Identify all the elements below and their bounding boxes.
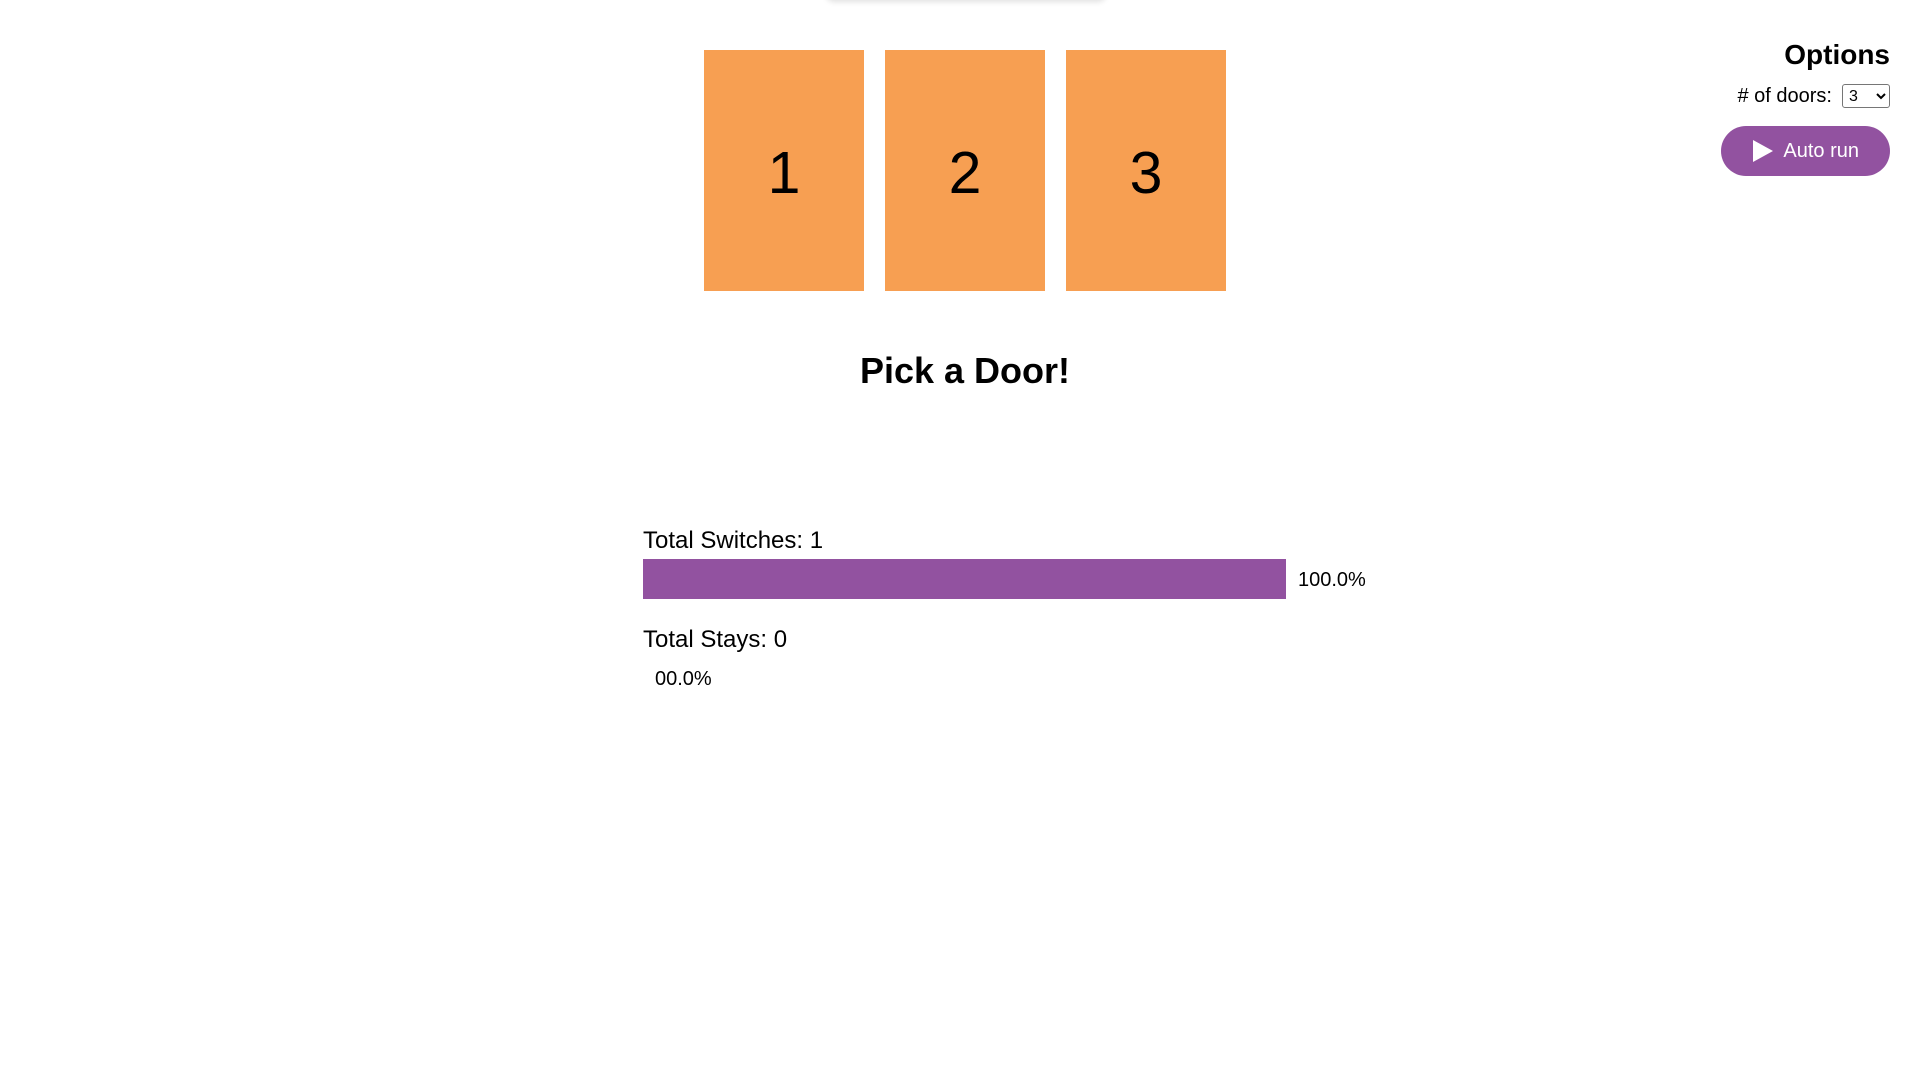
switches-label: Total Switches: 1	[643, 527, 824, 554]
switches-row: 100.0%	[643, 559, 1443, 599]
door-1[interactable]: 1	[704, 50, 864, 291]
monty-hall-page: 1 2 3 Pick a Door! Total Switches: 1 100…	[0, 0, 1920, 1080]
pick-door-prompt: Pick a Door!	[859, 350, 1071, 391]
doors-count-label: # of doors:	[1737, 84, 1832, 107]
options-panel: Options # of doors: 3 Auto run	[1590, 38, 1890, 176]
doors-row: 1 2 3	[704, 50, 1226, 291]
autorun-button[interactable]: Auto run	[1721, 126, 1890, 176]
door-number: 1	[767, 139, 801, 206]
door-number: 3	[1129, 139, 1163, 206]
switches-percent: 100.0%	[1298, 569, 1366, 591]
options-title: Options	[1784, 39, 1890, 70]
doors-count-field: # of doors: 3	[1590, 84, 1890, 108]
doors-count-select[interactable]: 3	[1842, 84, 1890, 108]
autorun-label: Auto run	[1783, 139, 1859, 162]
door-2[interactable]: 2	[885, 50, 1045, 291]
switches-bar-track: 100.0%	[643, 559, 1366, 599]
door-number: 2	[948, 139, 982, 206]
stays-bar-track: 00.0%	[643, 658, 1286, 698]
play-icon	[1753, 140, 1774, 162]
switches-bar-fill	[643, 559, 1286, 599]
stays-percent: 00.0%	[655, 668, 712, 690]
stays-row: 00.0%	[643, 658, 1443, 698]
stays-label: Total Stays: 0	[643, 626, 788, 653]
stats-panel: Total Switches: 1 100.0% Total Stays: 0 …	[643, 526, 1443, 698]
door-3[interactable]: 3	[1066, 50, 1226, 291]
